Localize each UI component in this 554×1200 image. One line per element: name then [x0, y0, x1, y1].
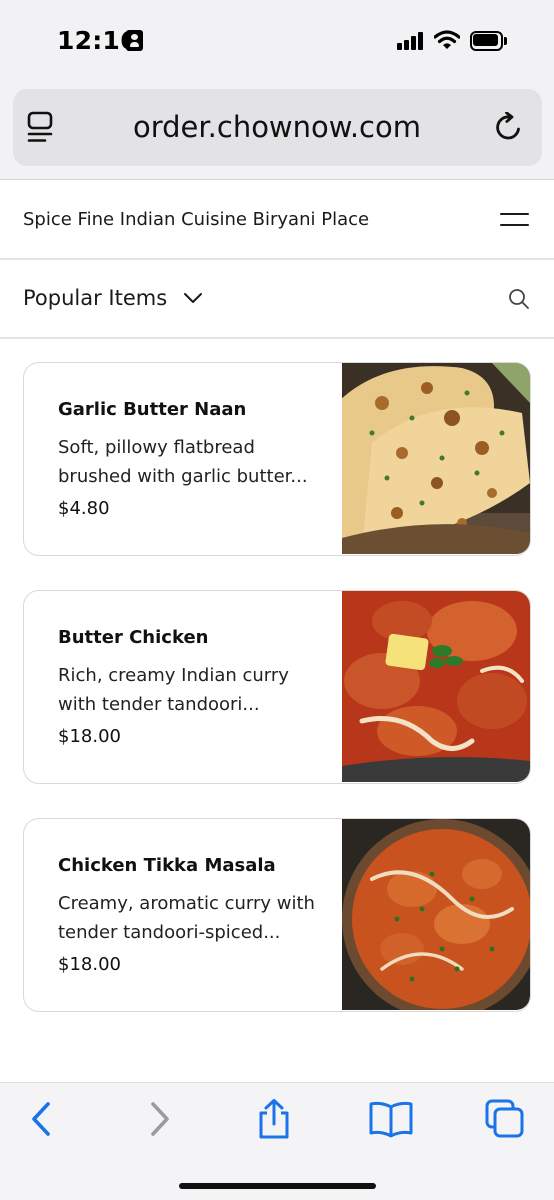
status-bar: 12:16 [0, 0, 554, 84]
browser-toolbar [0, 1082, 554, 1200]
naan-photo [342, 363, 530, 554]
contact-badge-icon [126, 30, 143, 51]
home-indicator[interactable] [179, 1183, 376, 1189]
search-icon[interactable] [508, 288, 530, 310]
item-name: Garlic Butter Naan [58, 399, 247, 420]
url-text[interactable]: order.chownow.com [0, 84, 554, 170]
item-name: Chicken Tikka Masala [58, 855, 276, 876]
browser-address-area: order.chownow.com [0, 84, 554, 180]
item-name: Butter Chicken [58, 627, 209, 648]
item-description: Rich, creamy Indian curry with tender ta… [58, 665, 289, 715]
back-icon[interactable] [22, 1099, 62, 1139]
item-price: $4.80 [58, 498, 110, 519]
battery-icon [470, 31, 508, 51]
category-label[interactable]: Popular Items [23, 286, 167, 310]
tabs-icon[interactable] [485, 1099, 525, 1139]
wifi-icon [434, 30, 460, 49]
menu-item-card[interactable]: Chicken Tikka Masala Creamy, aromatic cu… [23, 818, 531, 1012]
restaurant-name[interactable]: Spice Fine Indian Cuisine Biryani Place [23, 209, 369, 230]
hamburger-menu-icon[interactable] [500, 211, 530, 229]
bookmarks-icon[interactable] [368, 1099, 414, 1139]
share-icon[interactable] [254, 1099, 294, 1139]
category-selector[interactable]: Popular Items [0, 261, 554, 339]
item-price: $18.00 [58, 726, 121, 747]
menu-item-card[interactable]: Garlic Butter Naan Soft, pillowy flatbre… [23, 362, 531, 556]
reload-icon[interactable] [494, 112, 524, 142]
menu-item-card[interactable]: Butter Chicken Rich, creamy Indian curry… [23, 590, 531, 784]
forward-icon[interactable] [139, 1099, 179, 1139]
tikka-masala-photo [342, 819, 530, 1010]
item-description: Soft, pillowy flatbread brushed with gar… [58, 437, 308, 487]
restaurant-header: Spice Fine Indian Cuisine Biryani Place [0, 181, 554, 260]
cellular-signal-icon [397, 32, 425, 50]
chevron-down-icon[interactable] [183, 291, 203, 305]
item-price: $18.00 [58, 954, 121, 975]
butter-chicken-photo [342, 591, 530, 782]
item-description: Creamy, aromatic curry with tender tando… [58, 893, 315, 943]
